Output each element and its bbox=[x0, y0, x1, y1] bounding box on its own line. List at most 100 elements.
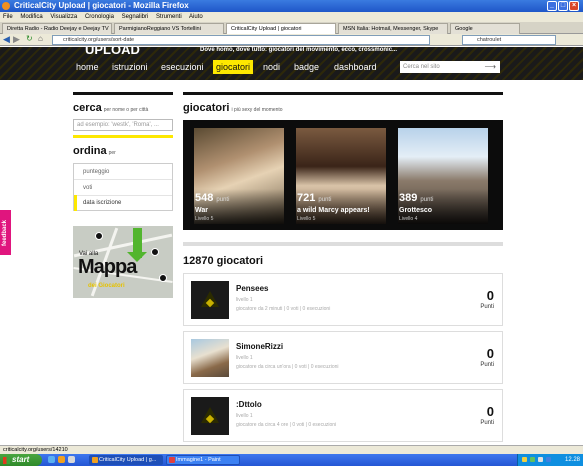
featured-subtitle: i più sexy del momento bbox=[231, 107, 283, 113]
site-slogan: Dove homo, dove tutto: giocatori del mov… bbox=[200, 47, 398, 53]
player-search-input[interactable]: ad esempio: 'westk', 'Roma', ... bbox=[73, 119, 173, 131]
tab-label: Diretta Radio - Radio Deejay e Deejay TV bbox=[7, 26, 109, 32]
featured-player-card[interactable]: 548 punti War Livello 5 bbox=[194, 128, 284, 224]
tab-label: Google bbox=[455, 26, 473, 32]
points-value: 548 bbox=[195, 192, 214, 204]
points-value: 721 bbox=[297, 192, 316, 204]
menu-file[interactable]: File bbox=[3, 14, 13, 20]
quicklaunch-firefox-icon[interactable] bbox=[58, 456, 65, 463]
default-avatar[interactable] bbox=[191, 281, 229, 319]
player-avatar-photo[interactable] bbox=[191, 339, 229, 377]
points-unit: punti bbox=[216, 197, 230, 203]
player-row[interactable]: SimoneRizzi livello 1 giocatore da circa… bbox=[183, 331, 503, 384]
menu-visualizza[interactable]: Visualizza bbox=[50, 14, 77, 20]
site-search-input[interactable]: Cerca nel sito ⟶ bbox=[400, 61, 500, 73]
player-name[interactable]: Pensees bbox=[236, 284, 268, 293]
reload-icon[interactable]: ↻ bbox=[26, 34, 33, 43]
player-points: 0 bbox=[486, 404, 494, 419]
close-icon[interactable]: × bbox=[569, 1, 579, 11]
tab-label: ParmigianoReggiano VS Tortellini bbox=[119, 26, 201, 32]
tab-google[interactable]: Google bbox=[450, 23, 520, 34]
forward-icon[interactable]: ▶ bbox=[13, 34, 20, 45]
player-name[interactable]: :Dttolo bbox=[236, 400, 262, 409]
player-row[interactable]: :Dttolo livello 1 giocatore da circa 4 o… bbox=[183, 389, 503, 442]
player-points: 0 bbox=[486, 346, 494, 361]
nav-home[interactable]: home bbox=[73, 60, 102, 74]
back-icon[interactable]: ◀ bbox=[3, 34, 10, 45]
featured-title: giocatori bbox=[183, 102, 230, 114]
menu-segnalibri[interactable]: Segnalibri bbox=[122, 14, 149, 20]
featured-name[interactable]: Grottesco bbox=[399, 207, 432, 214]
site-logo[interactable]: UPLOAD bbox=[85, 47, 140, 57]
taskbar-button-firefox[interactable]: CriticalCity Upload | g... bbox=[89, 455, 163, 465]
menu-cronologia[interactable]: Cronologia bbox=[85, 14, 114, 20]
featured-points: 721 punti bbox=[297, 192, 331, 204]
sort-options: punteggio voti data iscrizione bbox=[73, 163, 173, 211]
web-search-value: chatroulet bbox=[477, 37, 502, 43]
nav-dashboard[interactable]: dashboard bbox=[331, 60, 380, 74]
taskbar-button-label: Immagine1 - Paint bbox=[176, 457, 221, 463]
feedback-tab[interactable]: feedback bbox=[0, 210, 11, 255]
address-bar[interactable]: criticalcity.org/users/sort-date bbox=[52, 35, 430, 45]
sort-title: ordina bbox=[73, 145, 107, 157]
volume-icon[interactable] bbox=[538, 457, 543, 462]
search-subtitle: per nome o per città bbox=[103, 107, 149, 113]
nav-esecuzioni[interactable]: esecuzioni bbox=[158, 60, 207, 74]
tab-radio-deejay[interactable]: Diretta Radio - Radio Deejay e Deejay TV bbox=[2, 23, 112, 34]
sort-option-voti[interactable]: voti bbox=[74, 180, 172, 196]
featured-points: 389 punti bbox=[399, 192, 433, 204]
player-row[interactable]: Pensees livello 1 giocatore da 2 minuti … bbox=[183, 273, 503, 326]
start-button[interactable]: start bbox=[0, 454, 42, 466]
nav-istruzioni[interactable]: istruzioni bbox=[109, 60, 151, 74]
tab-label: CriticalCity Upload | giocatori bbox=[231, 26, 302, 32]
sort-subtitle: per bbox=[108, 150, 116, 156]
featured-name[interactable]: a wild Marcy appears! bbox=[297, 207, 370, 214]
maximize-icon[interactable]: □ bbox=[558, 1, 568, 11]
tray-icon[interactable] bbox=[522, 457, 527, 462]
featured-points: 548 punti bbox=[195, 192, 229, 204]
map-pin-icon bbox=[151, 248, 159, 256]
menu-strumenti[interactable]: Strumenti bbox=[156, 14, 182, 20]
quicklaunch-ie-icon[interactable] bbox=[48, 456, 55, 463]
player-level: livello 1 bbox=[236, 297, 253, 303]
default-avatar[interactable] bbox=[191, 397, 229, 435]
map-banner[interactable]: Vai alla Mappa dei Giocatori bbox=[73, 226, 173, 298]
featured-player-card[interactable]: 721 punti a wild Marcy appears! Livello … bbox=[296, 128, 386, 224]
sort-heading: ordina per bbox=[73, 145, 116, 157]
web-search-box[interactable]: chatroulet bbox=[462, 35, 556, 45]
tab-parmigiano[interactable]: ParmigianoReggiano VS Tortellini bbox=[114, 23, 224, 34]
navigation-bar: ◀ ▶ ↻ ⌂ criticalcity.org/users/sort-date… bbox=[0, 34, 583, 46]
nav-badge[interactable]: badge bbox=[291, 60, 322, 74]
menu-aiuto[interactable]: Aiuto bbox=[189, 14, 203, 20]
nav-giocatori[interactable]: giocatori bbox=[213, 60, 254, 74]
player-search-placeholder: ad esempio: 'westk', 'Roma', ... bbox=[77, 122, 159, 128]
player-name[interactable]: SimoneRizzi bbox=[236, 342, 283, 351]
site-search-placeholder: Cerca nel sito bbox=[403, 64, 440, 70]
map-banner-title: Mappa bbox=[78, 256, 137, 278]
tab-msn[interactable]: MSN Italia: Hotmail, Messenger, Skype bbox=[338, 23, 448, 34]
quicklaunch-desktop-icon[interactable] bbox=[68, 456, 75, 463]
featured-name[interactable]: War bbox=[195, 207, 208, 214]
taskbar-button-label: CriticalCity Upload | g... bbox=[99, 457, 157, 463]
sidebar-divider-yellow bbox=[73, 135, 173, 138]
tab-criticalcity[interactable]: CriticalCity Upload | giocatori bbox=[226, 23, 336, 34]
sort-option-punteggio[interactable]: punteggio bbox=[74, 164, 172, 180]
minimize-icon[interactable]: _ bbox=[547, 1, 557, 11]
network-icon[interactable] bbox=[546, 457, 551, 462]
taskbar-button-paint[interactable]: Immagine1 - Paint bbox=[166, 455, 240, 465]
featured-level: Livello 5 bbox=[297, 216, 316, 222]
nav-nodi[interactable]: nodi bbox=[260, 60, 283, 74]
paint-icon bbox=[169, 457, 175, 463]
home-icon[interactable]: ⌂ bbox=[38, 34, 43, 43]
start-label: start bbox=[12, 455, 30, 464]
featured-player-card[interactable]: 389 punti Grottesco Livello 4 bbox=[398, 128, 488, 224]
taskbar: start CriticalCity Upload | g... Immagin… bbox=[0, 454, 583, 466]
map-banner-subtitle: dei Giocatori bbox=[88, 283, 125, 289]
player-level: livello 1 bbox=[236, 355, 253, 361]
player-info: giocatore da circa 4 ore | 0 voti | 0 es… bbox=[236, 422, 337, 428]
arrow-right-icon[interactable]: ⟶ bbox=[485, 61, 496, 73]
windows-icon bbox=[3, 457, 10, 464]
tray-icon[interactable] bbox=[530, 457, 535, 462]
sort-option-data-iscrizione[interactable]: data iscrizione bbox=[74, 195, 172, 211]
menu-modifica[interactable]: Modifica bbox=[20, 14, 42, 20]
